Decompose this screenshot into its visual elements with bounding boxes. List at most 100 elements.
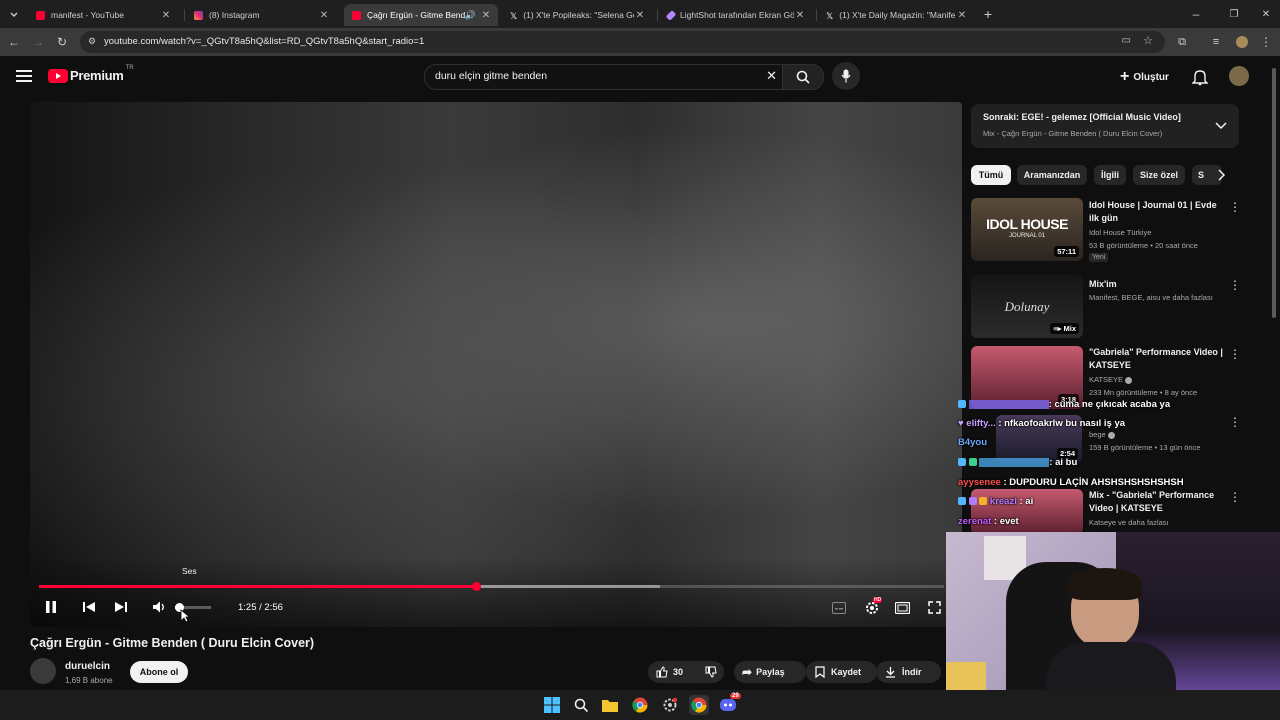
settings-button[interactable]: HD: [864, 597, 883, 621]
mix-thumbnail[interactable]: Dolunay ≡▸ Mix: [971, 275, 1083, 338]
forward-icon[interactable]: →: [28, 32, 48, 52]
search-button[interactable]: [782, 64, 824, 90]
save-button[interactable]: Kaydet: [806, 661, 877, 683]
more-options-icon[interactable]: ⋮: [1229, 415, 1241, 429]
extensions-icon[interactable]: ⧉: [1172, 32, 1192, 52]
video-card-channel[interactable]: bege: [1089, 429, 1229, 441]
download-button[interactable]: İndir: [876, 661, 941, 683]
more-options-icon[interactable]: ⋮: [1229, 490, 1241, 504]
discord-icon[interactable]: 29: [718, 693, 741, 715]
back-icon[interactable]: ←: [4, 32, 24, 52]
video-card-channel[interactable]: Idol House Türkiye: [1089, 227, 1229, 239]
video-card-title[interactable]: "Gabriela" Performance Video | KATSEYE: [1089, 346, 1224, 372]
video-card-title[interactable]: Idol House | Journal 01 | Evde ilk gün: [1089, 199, 1224, 225]
windows-start-icon[interactable]: [542, 695, 562, 715]
video-card-channel[interactable]: KATSEYE: [1089, 374, 1229, 386]
dislike-button[interactable]: [698, 661, 724, 683]
progress-bar[interactable]: [39, 582, 944, 591]
next-up-title: Sonraki: EGE! - gelemez [Official Music …: [983, 112, 1181, 122]
scrollbar-thumb[interactable]: [1272, 68, 1276, 318]
more-options-icon[interactable]: ⋮: [1229, 278, 1241, 292]
share-button[interactable]: ➦ Paylaş: [734, 661, 806, 683]
browser-menu-icon[interactable]: ⋮: [1256, 32, 1276, 52]
more-options-icon[interactable]: ⋮: [1229, 200, 1241, 214]
chip-related[interactable]: İlgili: [1094, 165, 1126, 185]
chat-username: ayysenee: [958, 477, 1001, 488]
more-options-icon[interactable]: ⋮: [1229, 347, 1241, 361]
tab-manifest-youtube[interactable]: manifest - YouTube ✕: [28, 4, 178, 26]
settings-icon[interactable]: [660, 695, 680, 715]
chrome-icon[interactable]: [630, 695, 650, 715]
profile-avatar[interactable]: [1232, 32, 1252, 52]
chevron-down-icon[interactable]: [1215, 118, 1227, 136]
notifications-bell-icon[interactable]: [1191, 68, 1209, 91]
video-thumbnail[interactable]: IDOL HOUSE JOURNAL 01 57:11: [971, 198, 1083, 261]
youtube-masthead: Premium TR duru elçin gitme benden ✕ + O…: [0, 56, 1280, 100]
create-label: Oluştur: [1133, 71, 1169, 83]
youtube-premium-logo[interactable]: Premium TR: [48, 65, 134, 83]
chip-from-search[interactable]: Aramanızdan: [1017, 165, 1087, 185]
next-up-panel[interactable]: Sonraki: EGE! - gelemez [Official Music …: [971, 104, 1239, 148]
chat-text: : nfkaofoakrlw bu nasıl iş ya: [998, 418, 1126, 429]
tab-search-icon[interactable]: [4, 4, 24, 24]
chip-all[interactable]: Tümü: [971, 165, 1011, 185]
chat-username: elifty...: [966, 418, 996, 429]
subscribe-button[interactable]: Abone ol: [130, 661, 188, 683]
tab-active-video[interactable]: Çağrı Ergün - Gitme Bende 🔊 ✕: [344, 4, 498, 26]
thumbnail-subtitle-text: JOURNAL 01: [1008, 233, 1046, 239]
reload-icon[interactable]: ↻: [52, 32, 72, 52]
media-controls-icon[interactable]: ≡: [1206, 32, 1226, 52]
video-player[interactable]: [30, 102, 962, 627]
speaker-icon[interactable]: 🔊: [465, 10, 476, 21]
tab-lightshot[interactable]: LightShot tarafından Ekran Gör ✕: [660, 4, 812, 26]
close-tab-icon[interactable]: ✕: [634, 10, 646, 21]
mute-button[interactable]: [152, 600, 166, 619]
close-tab-icon[interactable]: ✕: [480, 10, 492, 21]
clear-search-icon[interactable]: ✕: [766, 68, 777, 84]
hamburger-menu-icon[interactable]: [16, 69, 32, 88]
maximize-icon[interactable]: ❐: [1224, 4, 1244, 24]
x-icon: 𝕏: [510, 10, 518, 21]
search-icon[interactable]: [571, 695, 591, 715]
close-tab-icon[interactable]: ✕: [956, 10, 968, 21]
site-info-icon[interactable]: ⚙: [88, 36, 96, 47]
miniplayer-button[interactable]: [894, 601, 911, 619]
previous-button[interactable]: [82, 600, 96, 619]
chat-text: : evet: [993, 516, 1019, 527]
subtitles-button[interactable]: [832, 601, 846, 619]
minimize-icon[interactable]: –: [1186, 4, 1206, 24]
address-bar[interactable]: ⚙ youtube.com/watch?v=_QGtvT8a5hQ&list=R…: [80, 31, 1165, 53]
tab-title: Çağrı Ergün - Gitme Bende: [367, 10, 465, 20]
chips-next-icon[interactable]: [1216, 168, 1226, 187]
close-tab-icon[interactable]: ✕: [160, 10, 172, 21]
next-button[interactable]: [114, 600, 128, 619]
cast-icon[interactable]: ▭: [1122, 35, 1131, 46]
fullscreen-button[interactable]: [928, 601, 941, 619]
pause-button[interactable]: [44, 600, 58, 619]
voice-search-button[interactable]: [832, 62, 860, 90]
video-card-title[interactable]: Mix'im: [1089, 278, 1224, 291]
like-button[interactable]: 30: [648, 661, 698, 683]
create-button[interactable]: + Oluştur: [1120, 68, 1169, 86]
file-explorer-icon[interactable]: [600, 695, 620, 715]
tab-x-popileaks[interactable]: 𝕏 (1) X'te Popileaks: "Selena Gom ✕: [502, 4, 652, 26]
chrome-icon[interactable]: [689, 695, 709, 715]
chat-badge-icon: [958, 400, 966, 409]
video-card-title[interactable]: Mix - "Gabriela" Performance Video | KAT…: [1089, 489, 1224, 515]
close-tab-icon[interactable]: ✕: [318, 10, 330, 21]
search-input[interactable]: duru elçin gitme benden ✕: [424, 64, 784, 90]
close-tab-icon[interactable]: ✕: [794, 10, 806, 21]
chat-text: : ai: [1019, 496, 1034, 507]
time-current: 1:25: [238, 602, 257, 613]
close-window-icon[interactable]: ✕: [1256, 4, 1276, 24]
channel-avatar[interactable]: [30, 658, 56, 684]
bookmark-star-icon[interactable]: ☆: [1143, 34, 1153, 47]
share-label: Paylaş: [756, 667, 785, 677]
account-avatar[interactable]: [1229, 66, 1249, 86]
chip-for-you[interactable]: Size özel: [1133, 165, 1185, 185]
new-tab-button[interactable]: +: [978, 4, 998, 24]
channel-name[interactable]: duruelcin: [65, 661, 110, 672]
tab-x-daily-magazin[interactable]: 𝕏 (1) X'te Daily Magazin: "Manife ✕: [818, 4, 974, 26]
tab-instagram[interactable]: (8) Instagram ✕: [186, 4, 336, 26]
chat-username-redacted: [979, 457, 1050, 467]
